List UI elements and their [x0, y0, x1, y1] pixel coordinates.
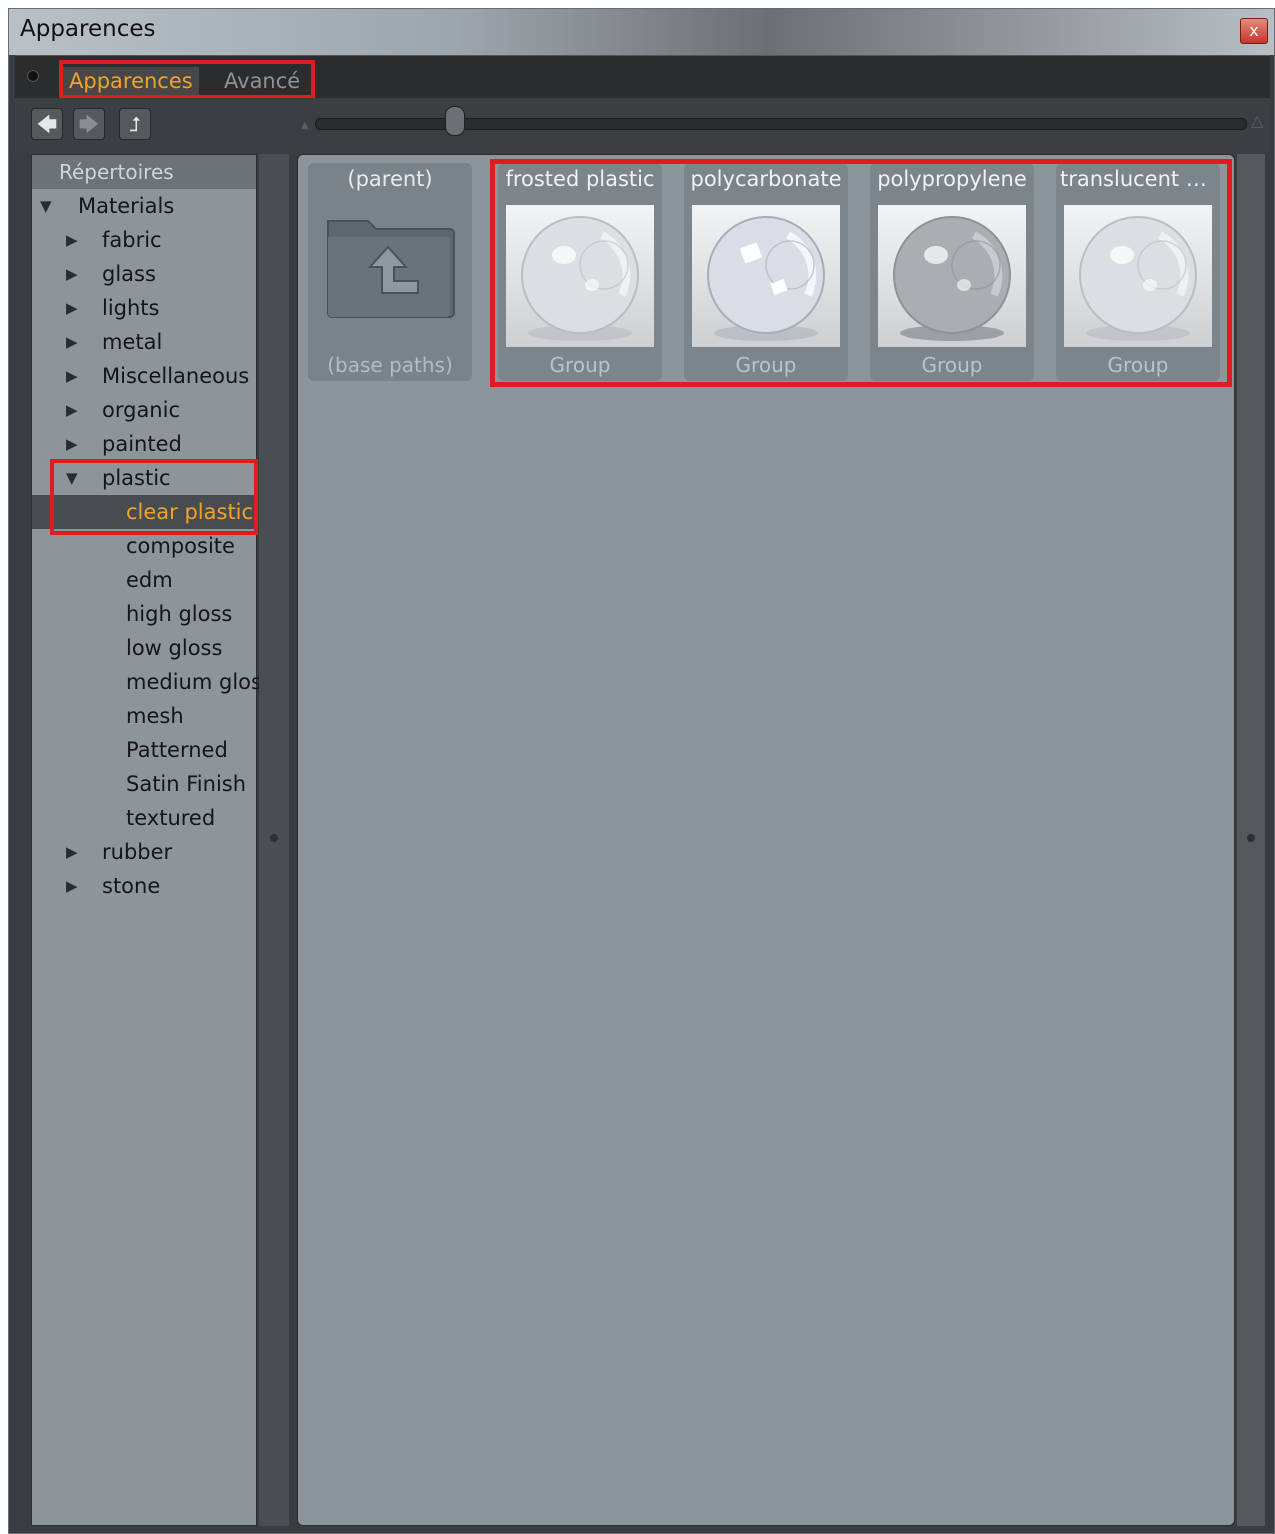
up-level-icon: ⮥	[129, 112, 141, 136]
arrow-left-icon: 🡄	[36, 112, 58, 136]
parent-card-sub: (base paths)	[327, 353, 453, 377]
folder-up-icon	[327, 220, 455, 318]
tree-item-label: metal	[102, 330, 163, 354]
collapsed-arrow-icon[interactable]: ▶	[66, 359, 80, 393]
expanded-arrow-icon[interactable]: ▼	[40, 189, 54, 223]
tree-item-label: mesh	[126, 704, 184, 728]
zoom-max-icon: △	[1251, 111, 1264, 130]
zoom-slider-thumb[interactable]	[445, 106, 465, 136]
parent-card-name: (parent)	[347, 167, 433, 191]
title-bar[interactable]: Apparences x	[9, 9, 1274, 55]
tree-highlight-box	[50, 459, 258, 535]
collapsed-arrow-icon[interactable]: ▶	[66, 291, 80, 325]
tree-item-label: organic	[102, 398, 181, 422]
materials-browser: (parent) (base paths) frosted plastic Gro…	[297, 154, 1235, 1526]
tree-item-label: medium gloss	[126, 670, 273, 694]
arrow-right-icon: 🡆	[78, 112, 100, 136]
directory-tree: Répertoires ▼ Materials ▶ fabric ▶ glass ▶ li…	[31, 154, 273, 1526]
collapsed-arrow-icon[interactable]: ▶	[66, 223, 80, 257]
tree-item-label: Patterned	[126, 738, 228, 762]
collapsed-arrow-icon[interactable]: ▶	[66, 835, 80, 869]
close-button[interactable]: x	[1240, 18, 1268, 44]
tree-item-label: textured	[126, 806, 216, 830]
tree-item-label: stone	[102, 874, 161, 898]
tree-item-label: fabric	[102, 228, 162, 252]
window-title: Apparences	[20, 16, 156, 42]
tree-item-label: Miscellaneous	[102, 364, 250, 388]
splitter-grip-icon[interactable]	[270, 834, 278, 842]
tree-item-label: edm	[126, 568, 173, 592]
tree-root-label: Materials	[78, 194, 175, 218]
up-level-button[interactable]: ⮥	[119, 108, 151, 140]
close-icon: x	[1249, 21, 1259, 40]
collapsed-arrow-icon[interactable]: ▶	[66, 393, 80, 427]
forward-button[interactable]: 🡆	[73, 108, 105, 140]
materials-highlight-box	[490, 159, 1232, 387]
zoom-min-icon: ▲	[301, 120, 309, 131]
panel-splitter[interactable]	[259, 154, 289, 1526]
collapsed-arrow-icon[interactable]: ▶	[66, 869, 80, 903]
toolbar: 🡄 🡆 ⮥ ▲ △	[15, 98, 1270, 153]
tree-item-label: high gloss	[126, 602, 233, 626]
back-button[interactable]: 🡄	[31, 108, 63, 140]
parent-folder-card[interactable]: (parent) (base paths)	[308, 163, 472, 381]
appearances-window: Apparences x Apparences Avancé 🡄 🡆 ⮥ ▲ △…	[8, 8, 1275, 1534]
collapsed-arrow-icon[interactable]: ▶	[66, 427, 80, 461]
right-scroll-panel[interactable]	[1237, 154, 1265, 1526]
tab-bar: Apparences Avancé	[15, 55, 1270, 99]
tree-item-label: rubber	[102, 840, 173, 864]
tabs-highlight-box	[59, 60, 315, 99]
tree-item-label: low gloss	[126, 636, 223, 660]
tree-item-label: Satin Finish	[126, 772, 247, 796]
collapsed-arrow-icon[interactable]: ▶	[66, 325, 80, 359]
collapsed-arrow-icon[interactable]: ▶	[66, 257, 80, 291]
tree-item-label: painted	[102, 432, 182, 456]
scroll-grip-icon[interactable]	[1247, 834, 1255, 842]
panel-grip-icon[interactable]	[27, 70, 39, 82]
tree-item-label: lights	[102, 296, 160, 320]
tree-item-label: glass	[102, 262, 156, 286]
directory-header: Répertoires	[32, 155, 256, 189]
